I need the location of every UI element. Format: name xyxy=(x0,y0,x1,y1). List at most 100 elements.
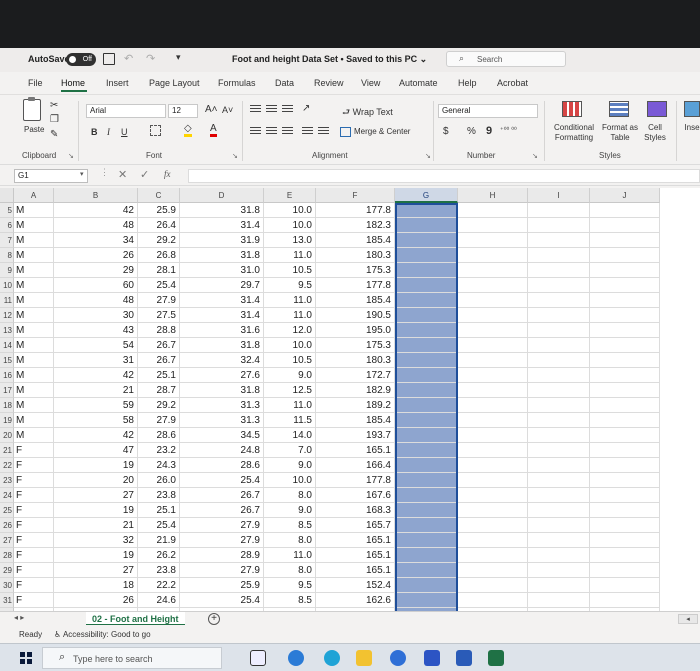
italic-button[interactable]: I xyxy=(107,127,110,137)
column-header-e[interactable]: E xyxy=(264,188,316,203)
tab-page-layout[interactable]: Page Layout xyxy=(149,78,200,88)
tab-home[interactable]: Home xyxy=(61,78,85,88)
column-header-f[interactable]: F xyxy=(316,188,395,203)
cell-j[interactable] xyxy=(590,548,660,563)
cell-d[interactable]: 25.4 xyxy=(180,593,264,608)
cell-d[interactable]: 28.9 xyxy=(180,548,264,563)
cell-j[interactable] xyxy=(590,353,660,368)
cell-h[interactable] xyxy=(458,518,528,533)
cell-a[interactable]: F xyxy=(14,488,54,503)
cell-e[interactable]: 9.0 xyxy=(264,458,316,473)
cell-c[interactable]: 28.7 xyxy=(138,383,180,398)
cell-a[interactable]: F xyxy=(14,548,54,563)
cell-b[interactable]: 43 xyxy=(54,323,138,338)
cell-b[interactable]: 34 xyxy=(54,233,138,248)
cell-j[interactable] xyxy=(590,428,660,443)
bold-button[interactable]: B xyxy=(91,127,98,137)
row-header[interactable]: 10 xyxy=(0,278,14,293)
cell-i[interactable] xyxy=(528,308,590,323)
cell-h[interactable] xyxy=(458,353,528,368)
cell-a[interactable]: M xyxy=(14,263,54,278)
cell-i[interactable] xyxy=(528,368,590,383)
cell-e[interactable]: 12.0 xyxy=(264,323,316,338)
word-icon[interactable] xyxy=(456,650,472,666)
windows-start-icon[interactable] xyxy=(20,652,32,664)
grow-font-button[interactable]: A˄ xyxy=(205,104,218,115)
cell-h[interactable] xyxy=(458,203,528,218)
cell-c[interactable]: 25.4 xyxy=(138,278,180,293)
cell-a[interactable]: F xyxy=(14,593,54,608)
cell-d[interactable]: 27.9 xyxy=(180,533,264,548)
cell-h[interactable] xyxy=(458,503,528,518)
cell-j[interactable] xyxy=(590,263,660,278)
cell-a[interactable]: F xyxy=(14,533,54,548)
row-header[interactable]: 22 xyxy=(0,458,14,473)
cell-i[interactable] xyxy=(528,398,590,413)
cell-a[interactable]: M xyxy=(14,278,54,293)
align-center-icon[interactable] xyxy=(266,127,277,137)
cell-b[interactable]: 42 xyxy=(54,368,138,383)
cell-a[interactable]: M xyxy=(14,218,54,233)
cell-g[interactable] xyxy=(395,533,458,548)
cell-i[interactable] xyxy=(528,473,590,488)
cell-c[interactable]: 21.9 xyxy=(138,533,180,548)
cell-h[interactable] xyxy=(458,548,528,563)
row-header[interactable]: 26 xyxy=(0,518,14,533)
add-sheet-button[interactable]: + xyxy=(208,613,220,625)
cell-f[interactable]: 180.3 xyxy=(316,248,395,263)
cell-e[interactable]: 7.0 xyxy=(264,443,316,458)
font-size-select[interactable]: 12 xyxy=(168,104,198,118)
cell-j[interactable] xyxy=(590,218,660,233)
percent-style-button[interactable]: % xyxy=(467,126,476,137)
cell-c[interactable]: 26.8 xyxy=(138,248,180,263)
cell-j[interactable] xyxy=(590,383,660,398)
cell-j[interactable] xyxy=(590,443,660,458)
cell-c[interactable]: 25.9 xyxy=(138,203,180,218)
cell-i[interactable] xyxy=(528,293,590,308)
cell-e[interactable]: 8.5 xyxy=(264,518,316,533)
cell-f[interactable]: 182.9 xyxy=(316,383,395,398)
cell-b[interactable]: 31 xyxy=(54,353,138,368)
tab-formulas[interactable]: Formulas xyxy=(218,78,256,88)
cell-d[interactable]: 31.4 xyxy=(180,293,264,308)
cell-d[interactable]: 31.3 xyxy=(180,413,264,428)
row-header[interactable]: 19 xyxy=(0,413,14,428)
column-header-b[interactable]: B xyxy=(54,188,138,203)
cell-h[interactable] xyxy=(458,248,528,263)
undo-icon[interactable]: ↶ xyxy=(124,52,133,65)
edge-icon[interactable] xyxy=(324,650,340,666)
cell-e[interactable]: 14.0 xyxy=(264,428,316,443)
document-title[interactable]: Foot and height Data Set • Saved to this… xyxy=(232,54,427,65)
cell-c[interactable]: 26.2 xyxy=(138,548,180,563)
cell-c[interactable]: 23.8 xyxy=(138,563,180,578)
cell-c[interactable]: 26.7 xyxy=(138,353,180,368)
cell-b[interactable]: 27 xyxy=(54,488,138,503)
cell-j[interactable] xyxy=(590,278,660,293)
cell-h[interactable] xyxy=(458,488,528,503)
cell-f[interactable]: 193.7 xyxy=(316,428,395,443)
cell-h[interactable] xyxy=(458,233,528,248)
cell-g[interactable] xyxy=(395,248,458,263)
cell-h[interactable] xyxy=(458,563,528,578)
cell-b[interactable]: 42 xyxy=(54,428,138,443)
cell-h[interactable] xyxy=(458,293,528,308)
cell-i[interactable] xyxy=(528,218,590,233)
app-icon[interactable] xyxy=(390,650,406,666)
horizontal-scroll-left-icon[interactable]: ◂ xyxy=(678,614,698,624)
align-top-icon[interactable] xyxy=(250,105,261,115)
number-format-select[interactable]: General xyxy=(438,104,538,118)
cell-e[interactable]: 10.0 xyxy=(264,218,316,233)
save-icon[interactable] xyxy=(103,53,115,65)
cell-d[interactable]: 25.4 xyxy=(180,473,264,488)
cell-c[interactable]: 29.2 xyxy=(138,233,180,248)
cell-f[interactable]: 162.6 xyxy=(316,593,395,608)
cell-b[interactable]: 27 xyxy=(54,563,138,578)
cell-g[interactable] xyxy=(395,488,458,503)
tab-review[interactable]: Review xyxy=(314,78,344,88)
cell-g[interactable] xyxy=(395,428,458,443)
cell-a[interactable]: F xyxy=(14,458,54,473)
row-header[interactable]: 8 xyxy=(0,248,14,263)
cell-d[interactable]: 31.4 xyxy=(180,218,264,233)
cell-h[interactable] xyxy=(458,278,528,293)
cell-c[interactable]: 23.2 xyxy=(138,443,180,458)
